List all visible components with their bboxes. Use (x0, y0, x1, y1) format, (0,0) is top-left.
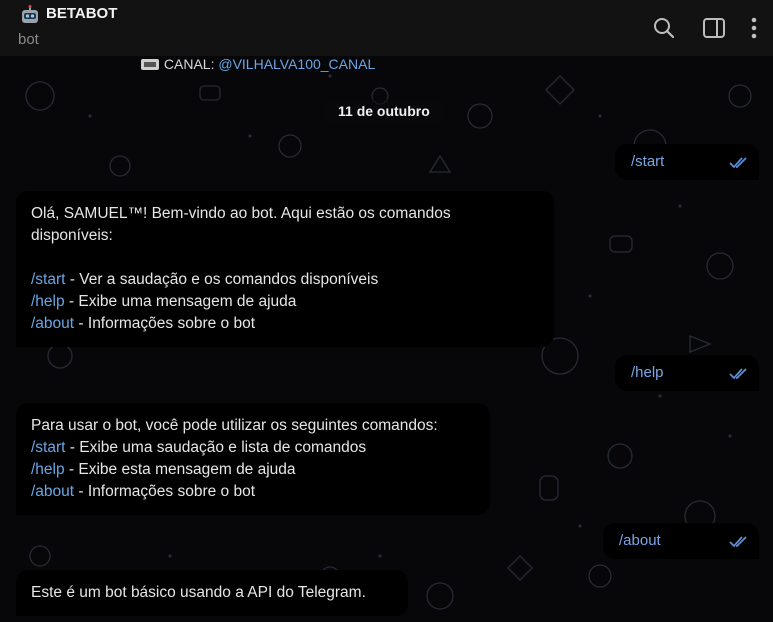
command-link-start[interactable]: /start (31, 271, 65, 288)
search-icon[interactable] (651, 15, 677, 41)
channel-link[interactable]: @VILHALVA100_CANAL (218, 56, 375, 72)
message-text: /help (631, 364, 664, 381)
chat-area[interactable]: CANAL: @VILHALVA100_CANAL 11 de outubro … (0, 56, 773, 622)
incoming-message[interactable]: Este é um bot básico usando a API do Tel… (16, 570, 408, 616)
double-check-icon (729, 536, 747, 548)
double-check-icon (729, 368, 747, 380)
chat-header: BETABOT bot (0, 0, 773, 56)
command-link-help[interactable]: /help (31, 461, 65, 478)
message-line: disponíveis: (31, 227, 113, 244)
double-check-icon (729, 157, 747, 169)
message-line: /help - Exibe esta mensagem de ajuda (31, 461, 296, 478)
pinned-channel-line[interactable]: CANAL: @VILHALVA100_CANAL (140, 56, 375, 76)
message-line: Este é um bot básico usando a API do Tel… (31, 584, 366, 601)
incoming-message[interactable]: Para usar o bot, você pode utilizar os s… (16, 403, 490, 515)
message-line: /help - Exibe uma mensagem de ajuda (31, 293, 297, 310)
command-link-about[interactable]: /about (31, 315, 74, 332)
message-text: /about (619, 532, 661, 549)
channel-icon (140, 56, 164, 72)
message-text: /start (631, 153, 665, 170)
date-separator: 11 de outubro (324, 99, 444, 123)
incoming-message[interactable]: Olá, SAMUEL™! Bem-vindo ao bot. Aqui est… (16, 191, 554, 347)
outgoing-message[interactable]: /start (615, 144, 759, 180)
message-line: Olá, SAMUEL™! Bem-vindo ao bot. Aqui est… (31, 205, 451, 222)
command-link-about[interactable]: /about (31, 483, 74, 500)
chat-subtitle: bot (18, 31, 39, 48)
message-line: /start - Exibe uma saudação e lista de c… (31, 439, 367, 456)
outgoing-message[interactable]: /help (615, 355, 759, 391)
robot-icon (22, 5, 38, 23)
message-line: /start - Ver a saudação e os comandos di… (31, 271, 379, 288)
message-line: /about - Informações sobre o bot (31, 483, 256, 500)
sidebar-toggle-icon[interactable] (701, 15, 727, 41)
outgoing-message[interactable]: /about (603, 523, 759, 559)
command-link-help[interactable]: /help (31, 293, 65, 310)
chat-title[interactable]: BETABOT (46, 5, 117, 22)
message-line: /about - Informações sobre o bot (31, 315, 256, 332)
pinned-prefix: CANAL: (163, 56, 219, 72)
command-link-start[interactable]: /start (31, 439, 65, 456)
message-line: Para usar o bot, você pode utilizar os s… (31, 417, 438, 434)
more-vertical-icon[interactable] (744, 15, 764, 41)
